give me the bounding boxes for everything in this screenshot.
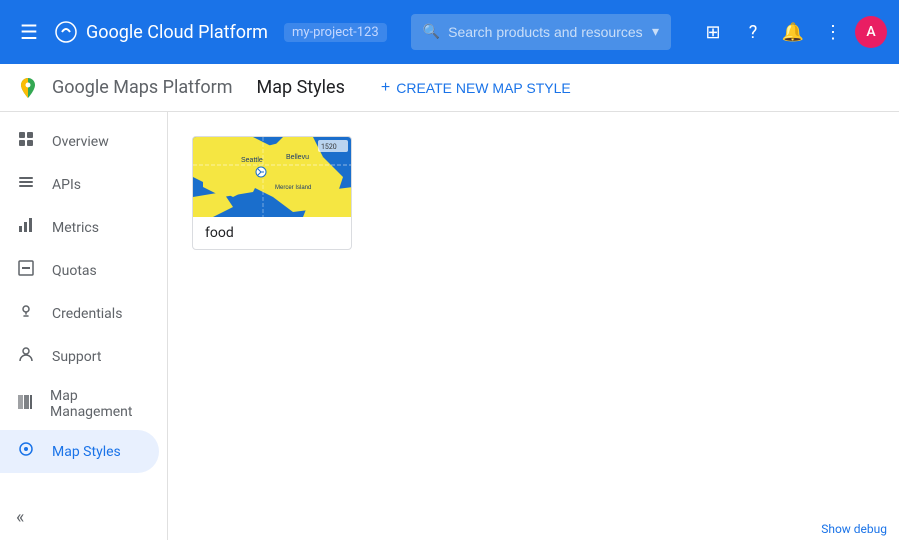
sidebar-item-support-label: Support — [52, 349, 101, 365]
add-icon: + — [381, 79, 390, 97]
notifications-icon[interactable]: 🔔 — [775, 14, 811, 50]
sidebar-item-credentials-label: Credentials — [52, 306, 122, 322]
sidebar-item-apis[interactable]: APIs — [0, 163, 159, 206]
main-content: Seattle Bellevu Mercer Island 1520 food — [168, 112, 899, 540]
search-dropdown-icon[interactable]: ▾ — [652, 24, 659, 40]
map-management-icon — [16, 393, 34, 416]
google-cloud-logo-icon — [54, 20, 78, 44]
quotas-icon — [16, 259, 36, 282]
sidebar-collapse-button[interactable]: « — [0, 495, 167, 540]
sidebar: Overview APIs Metrics Quotas Credentials — [0, 112, 168, 540]
map-style-card-food[interactable]: Seattle Bellevu Mercer Island 1520 food — [192, 136, 352, 250]
sidebar-item-apis-label: APIs — [52, 177, 81, 193]
debug-bar-label: Show debug — [821, 522, 887, 536]
support-icon — [16, 345, 36, 368]
search-bar: 🔍 ▾ — [411, 14, 671, 50]
top-bar-title: Google Cloud Platform — [86, 22, 268, 43]
sidebar-item-overview-label: Overview — [52, 134, 109, 150]
menu-icon[interactable]: ☰ — [12, 12, 46, 52]
svg-text:Seattle: Seattle — [241, 157, 263, 164]
map-preview-food: Seattle Bellevu Mercer Island 1520 — [193, 137, 352, 217]
help-icon[interactable]: ? — [735, 14, 771, 50]
sidebar-item-credentials[interactable]: Credentials — [0, 292, 159, 335]
sidebar-item-quotas-label: Quotas — [52, 263, 97, 279]
top-bar: ☰ Google Cloud Platform my-project-123 🔍… — [0, 0, 899, 64]
sub-header: Google Maps Platform Map Styles + CREATE… — [0, 64, 899, 112]
svg-text:Bellevu: Bellevu — [286, 154, 309, 161]
sidebar-item-metrics[interactable]: Metrics — [0, 206, 159, 249]
collapse-icon: « — [16, 507, 24, 528]
search-input[interactable] — [448, 24, 652, 40]
sidebar-item-overview[interactable]: Overview — [0, 120, 159, 163]
create-new-map-style-button[interactable]: + CREATE NEW MAP STYLE — [369, 73, 583, 103]
svg-text:1520: 1520 — [321, 143, 337, 151]
metrics-icon — [16, 216, 36, 239]
top-bar-logo: Google Cloud Platform — [54, 20, 268, 44]
sidebar-item-map-management-label: Map Management — [50, 388, 143, 420]
map-style-label-food: food — [193, 217, 351, 249]
sidebar-item-map-management[interactable]: Map Management — [0, 378, 159, 430]
search-icon: 🔍 — [423, 24, 440, 40]
debug-bar[interactable]: Show debug — [809, 518, 899, 540]
sidebar-item-map-styles[interactable]: Map Styles — [0, 430, 159, 473]
apps-icon[interactable]: ⊞ — [695, 14, 731, 50]
overview-icon — [16, 130, 36, 153]
avatar[interactable]: A — [855, 16, 887, 48]
sidebar-item-map-styles-label: Map Styles — [52, 444, 121, 460]
sub-header-app-title: Google Maps Platform — [52, 77, 232, 98]
sidebar-item-quotas[interactable]: Quotas — [0, 249, 159, 292]
create-new-label: CREATE NEW MAP STYLE — [396, 80, 571, 96]
map-styles-icon — [16, 440, 36, 463]
apis-icon — [16, 173, 36, 196]
credentials-icon — [16, 302, 36, 325]
maps-logo-icon — [16, 76, 40, 100]
sidebar-item-metrics-label: Metrics — [52, 220, 99, 236]
sub-header-page-title: Map Styles — [256, 77, 344, 98]
top-bar-actions: ⊞ ? 🔔 ⋮ A — [695, 14, 887, 50]
sidebar-item-support[interactable]: Support — [0, 335, 159, 378]
more-options-icon[interactable]: ⋮ — [815, 14, 851, 50]
svg-text:Mercer Island: Mercer Island — [275, 185, 311, 191]
main-layout: Overview APIs Metrics Quotas Credentials — [0, 112, 899, 540]
top-bar-account[interactable]: my-project-123 — [284, 23, 387, 42]
